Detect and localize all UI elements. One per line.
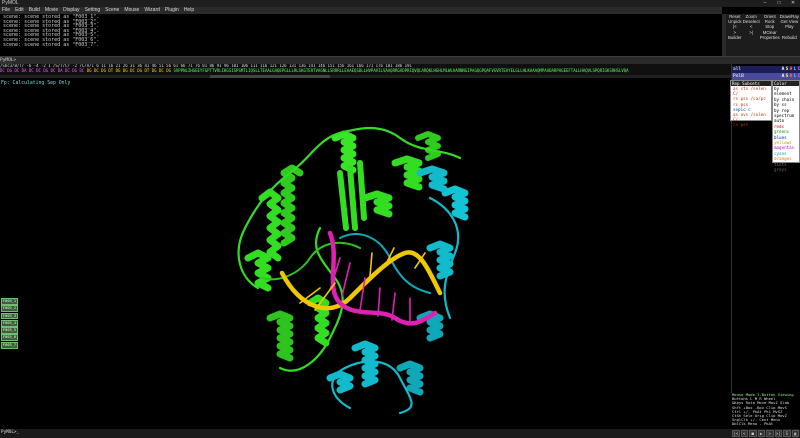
console-line: scene: scene stored as "F003_7".: [3, 41, 100, 48]
menu-setting[interactable]: Setting: [85, 7, 101, 14]
menu-help[interactable]: Help: [184, 7, 194, 14]
protein-sequence[interactable]: SVPPNLIHGEEYFGPTTVRLIKGSISPSMTLIQSLLTEAA…: [173, 68, 628, 73]
rewind-icon[interactable]: |<: [732, 430, 740, 437]
menu-item[interactable]: as sts /selen C/: [731, 86, 771, 96]
menu-mouse[interactable]: Mouse: [124, 7, 139, 14]
mouse-mode-panel: Mouse Mode 3-Button Viewing Buttons L M …: [731, 392, 800, 429]
maximize-button[interactable]: □: [772, 0, 786, 7]
tab-strip: PyMOL>: [0, 56, 800, 64]
cyan-helix-3: [426, 240, 454, 280]
green-helix-8: [415, 131, 441, 161]
rebuild-button[interactable]: Rebuild: [780, 35, 799, 40]
object-name: all: [733, 67, 742, 72]
menu-scene[interactable]: Scene: [105, 7, 119, 14]
green-sheet-1: [337, 160, 367, 231]
command-panel: Reset Zoom Orient Draw/Ray Unpick Desele…: [726, 14, 800, 56]
window-controls: – □ ✕: [758, 0, 800, 7]
scene-buttons: F003_1 F003_2 F003_3 F003_4 F003_5 F003_…: [1, 298, 18, 349]
molecule-viewport[interactable]: Fp: Calculating Sep Only: [0, 78, 731, 429]
menu-edit[interactable]: Edit: [15, 7, 24, 14]
menu-item[interactable]: as ovs /selen C/: [731, 112, 771, 122]
scene-button[interactable]: F003_5: [1, 327, 18, 334]
green-helix-4: [266, 310, 294, 362]
color-menu-item[interactable]: by element: [773, 86, 799, 97]
menu-build[interactable]: Build: [29, 7, 40, 14]
playback-controls: |< < ■ ▶ > >| S ▣: [731, 429, 800, 438]
color-menu-items: by element by chain by ss by rep spectrum aut…: [773, 86, 799, 173]
play-icon[interactable]: ▶: [757, 430, 765, 437]
scene-toggle-icon[interactable]: S: [783, 430, 791, 437]
menu-item[interactable]: rs pss /ca/pc: [731, 96, 771, 101]
green-helix-1: [258, 188, 282, 262]
scene-button[interactable]: F003_4: [1, 319, 18, 327]
end-icon[interactable]: >|: [774, 430, 782, 437]
sequence-residues[interactable]: DC DG DC DA DC DC DG DC DA DC DG DC DG D…: [0, 68, 731, 74]
step-back-icon[interactable]: <: [740, 430, 748, 437]
console-output: scene: scene stored as "F003_1". scene: …: [0, 14, 722, 56]
cyan-helix-5: [416, 165, 448, 193]
builder-button[interactable]: Builder: [727, 35, 743, 40]
menu-plugin[interactable]: Plugin: [165, 7, 179, 14]
stop-icon[interactable]: ■: [749, 430, 757, 437]
command-line[interactable]: PyMOL>_: [0, 429, 731, 438]
action-popup-menu: Rep Subsets as sts /selen C/ rs pss /ca/…: [730, 80, 772, 127]
color-menu-item[interactable]: grays: [773, 167, 799, 172]
green-helix-9: [361, 190, 393, 218]
menu-bar: File Edit Build Movie Display Setting Sc…: [0, 7, 722, 14]
title-bar: PyMOL – □ ✕: [0, 0, 800, 7]
menu-item[interactable]: rs pss: [731, 122, 771, 127]
command-prompt[interactable]: PyMOL>_: [1, 430, 19, 435]
minimize-button[interactable]: –: [758, 0, 772, 7]
green-helix-6: [331, 130, 357, 174]
object-name: PolB: [733, 74, 744, 79]
scene-button[interactable]: F003_3: [1, 312, 18, 320]
dna-strand-2[interactable]: DG DC DG DT DG DG DC DG DT DG DC DG: [87, 68, 171, 73]
scene-button[interactable]: F003_2: [1, 305, 18, 313]
object-action-buttons: A S H L C: [781, 66, 800, 73]
object-action-buttons: A S H L C: [781, 73, 800, 80]
object-row-all[interactable]: all A S H L C: [732, 66, 800, 73]
sequence-viewer[interactable]: /Sbc3/B/T/ -6 -4 -2 1 /S/T/C/ -2 /C/A/1 …: [0, 64, 731, 78]
color-popup-menu: Color by element by chain by ss by rep spect…: [772, 80, 800, 172]
step-forward-icon[interactable]: >: [766, 430, 774, 437]
menu-movie[interactable]: Movie: [45, 7, 58, 14]
cyan-helix-2: [396, 360, 424, 396]
scene-button[interactable]: F003_7: [1, 341, 18, 349]
dna-strand-1[interactable]: DC DG DC DA DC DC DG DC DA DC DG DC: [0, 68, 84, 73]
menu-file[interactable]: File: [2, 7, 10, 14]
app-title: PyMOL: [2, 0, 19, 6]
object-row-selected[interactable]: PolB A S H L C: [732, 73, 800, 80]
dna-duplex: [279, 230, 443, 326]
mouse-mode-row: DblClk Menu - PkAt: [732, 421, 774, 427]
menu-wizard[interactable]: Wizard: [144, 7, 160, 14]
properties-button[interactable]: Properties: [760, 35, 780, 40]
close-button[interactable]: ✕: [786, 0, 800, 7]
tab-pymol[interactable]: PyMOL>: [0, 57, 16, 64]
menu-display[interactable]: Display: [63, 7, 79, 14]
viewport-status-label: Fp: Calculating Sep Only: [1, 81, 71, 86]
fullscreen-icon[interactable]: ▣: [791, 430, 799, 437]
green-helix-2: [280, 164, 304, 247]
green-helix-7: [391, 155, 423, 191]
scene-button[interactable]: F003_6: [1, 334, 18, 342]
scene-button[interactable]: F003_1: [1, 298, 18, 305]
molecule-render[interactable]: [0, 78, 731, 429]
